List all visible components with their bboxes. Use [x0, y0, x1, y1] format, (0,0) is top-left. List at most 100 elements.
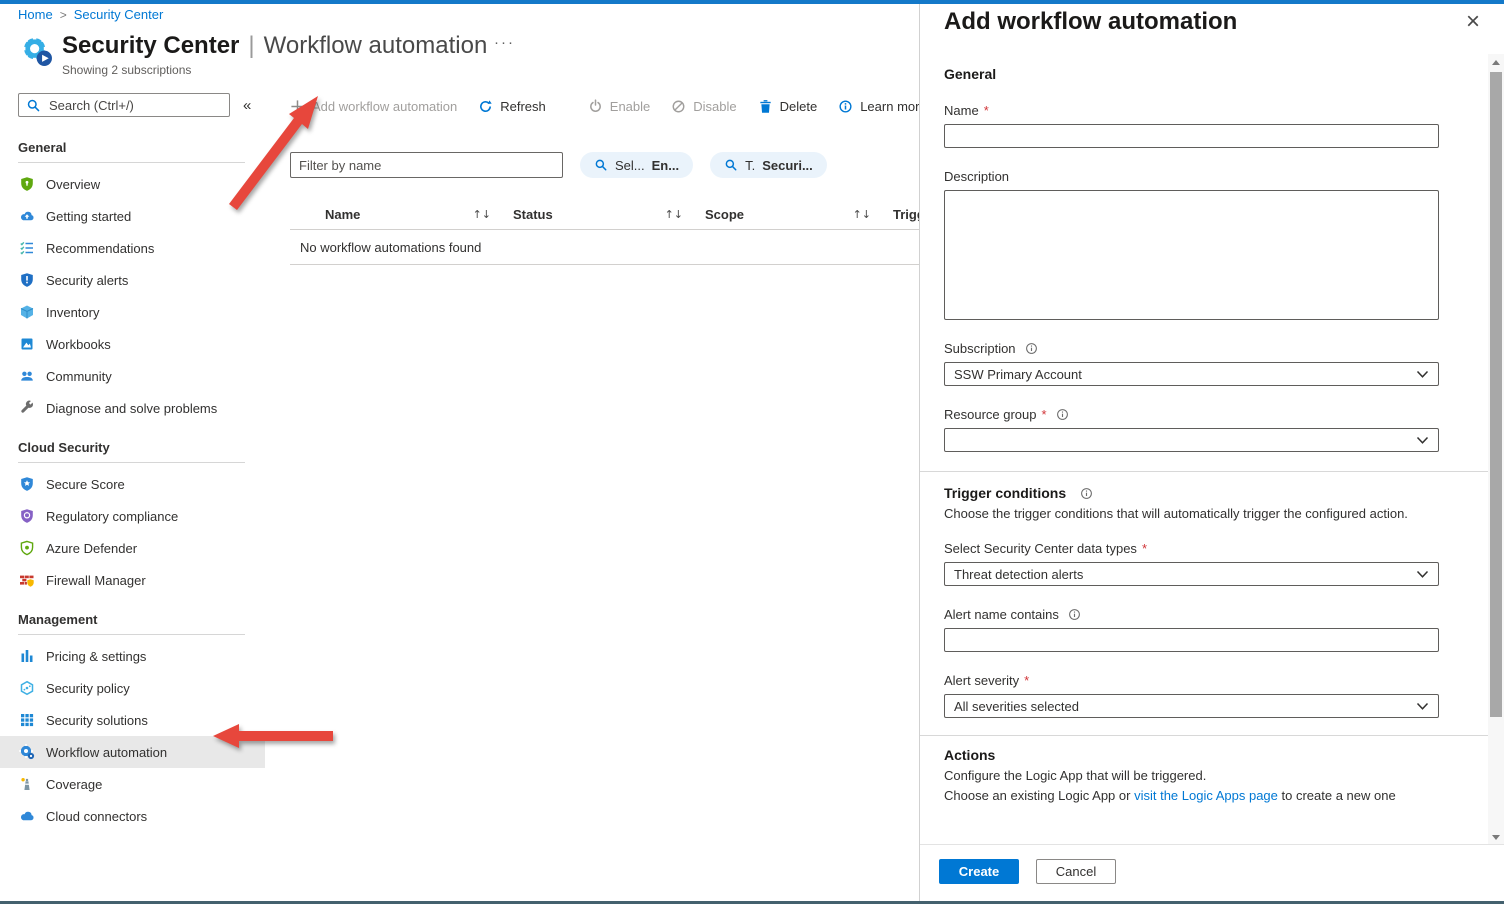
- column-header-scope[interactable]: Scope ↑↓: [705, 207, 893, 222]
- alert-severity-label: Alert severity*: [944, 673, 1442, 688]
- alert-name-contains-input[interactable]: [944, 628, 1439, 652]
- data-types-dropdown[interactable]: Threat detection alerts: [944, 562, 1439, 586]
- sidebar-item-firewall-manager[interactable]: Firewall Manager: [0, 564, 265, 596]
- sidebar-item-inventory[interactable]: Inventory: [0, 296, 265, 328]
- sidebar-item-workflow-automation[interactable]: Workflow automation: [0, 736, 265, 768]
- page-title-secondary: Workflow automation: [264, 32, 488, 60]
- description-label: Description: [944, 169, 1442, 184]
- trigger-conditions-heading: Trigger conditions: [944, 485, 1442, 501]
- sidebar-item-regulatory-compliance[interactable]: Regulatory compliance: [0, 500, 265, 532]
- sidebar-item-community[interactable]: Community: [0, 360, 265, 392]
- enable-button[interactable]: Enable: [588, 99, 650, 114]
- shield-score-icon: [18, 476, 35, 492]
- sidebar-item-label: Community: [46, 369, 112, 384]
- panel-scrollbar[interactable]: [1488, 54, 1504, 845]
- sidebar-item-coverage[interactable]: Coverage: [0, 768, 265, 800]
- subscription-dropdown[interactable]: SSW Primary Account: [944, 362, 1439, 386]
- learn-more-button[interactable]: Learn more: [838, 99, 926, 114]
- description-textarea[interactable]: [944, 190, 1439, 320]
- sidebar-item-workbooks[interactable]: Workbooks: [0, 328, 265, 360]
- info-icon: [1080, 487, 1093, 500]
- sidebar-item-label: Security solutions: [46, 713, 148, 728]
- column-header-trigger[interactable]: Trigg: [893, 207, 919, 222]
- page-more-menu-icon[interactable]: ···: [494, 34, 515, 51]
- scroll-up-icon[interactable]: [1488, 54, 1504, 70]
- bars-icon: [18, 648, 35, 664]
- create-button[interactable]: Create: [939, 859, 1019, 884]
- required-asterisk: *: [1042, 407, 1047, 422]
- table-header-row: Name ↑↓ Status ↑↓ Scope ↑↓ Trigg: [290, 199, 919, 230]
- sort-icon: ↑↓: [665, 208, 683, 221]
- actions-line1: Configure the Logic App that will be tri…: [944, 768, 1442, 783]
- sidebar-item-label: Azure Defender: [46, 541, 137, 556]
- column-header-name[interactable]: Name ↑↓: [325, 207, 513, 222]
- sidebar-item-cloud-connectors[interactable]: Cloud connectors: [0, 800, 265, 832]
- empty-table-message: No workflow automations found: [290, 230, 919, 265]
- chevron-down-icon: [1416, 702, 1429, 711]
- sidebar-item-overview[interactable]: Overview: [0, 168, 265, 200]
- sort-icon: ↑↓: [473, 208, 491, 221]
- lighthouse-icon: [18, 776, 35, 792]
- page-title-primary: Security Center: [62, 32, 239, 60]
- actions-line2: Choose an existing Logic App or visit th…: [944, 788, 1442, 803]
- sidebar-item-security-alerts[interactable]: Security alerts: [0, 264, 265, 296]
- cancel-button[interactable]: Cancel: [1036, 859, 1116, 884]
- disable-button[interactable]: Disable: [671, 99, 736, 114]
- subscriptions-count-text: Showing 2 subscriptions: [62, 63, 487, 77]
- trigger-conditions-description: Choose the trigger conditions that will …: [944, 506, 1442, 521]
- subscription-value: SSW Primary Account: [954, 367, 1082, 382]
- type-filter-pill[interactable]: T. Securi...: [710, 152, 827, 178]
- panel-body: General Name* Description Subscription S…: [920, 50, 1488, 843]
- info-icon: [1056, 408, 1069, 421]
- sidebar-item-security-policy[interactable]: Security policy: [0, 672, 265, 704]
- required-asterisk: *: [1142, 541, 1147, 556]
- sidebar-item-security-solutions[interactable]: Security solutions: [0, 704, 265, 736]
- wrench-icon: [18, 400, 35, 416]
- alert-severity-dropdown[interactable]: All severities selected: [944, 694, 1439, 718]
- command-bar: Add workflow automation Refresh Enable D…: [265, 93, 919, 119]
- breadcrumb-separator-icon: >: [60, 8, 67, 22]
- chevron-down-icon: [1416, 436, 1429, 445]
- sidebar-item-label: Inventory: [46, 305, 99, 320]
- search-input[interactable]: [47, 97, 222, 114]
- scroll-down-icon[interactable]: [1488, 829, 1504, 845]
- resource-group-dropdown[interactable]: [944, 428, 1439, 452]
- collapse-sidebar-icon[interactable]: «: [243, 97, 251, 114]
- grid-icon: [18, 712, 35, 728]
- sidebar-item-diagnose[interactable]: Diagnose and solve problems: [0, 392, 265, 424]
- add-workflow-automation-button[interactable]: Add workflow automation: [290, 99, 457, 114]
- data-types-label: Select Security Center data types*: [944, 541, 1442, 556]
- chevron-down-icon: [1416, 370, 1429, 379]
- workflow-automations-table: Name ↑↓ Status ↑↓ Scope ↑↓ Trigg No work…: [290, 199, 919, 265]
- sidebar-item-recommendations[interactable]: Recommendations: [0, 232, 265, 264]
- pill-prefix: T.: [745, 158, 755, 173]
- sidebar-item-label: Diagnose and solve problems: [46, 401, 217, 416]
- refresh-button[interactable]: Refresh: [478, 99, 546, 114]
- scrollbar-track[interactable]: [1488, 70, 1504, 829]
- logic-apps-page-link[interactable]: visit the Logic Apps page: [1134, 788, 1278, 803]
- chevron-down-icon: [1416, 570, 1429, 579]
- filter-by-name-input[interactable]: [290, 152, 563, 178]
- name-input[interactable]: [944, 124, 1439, 148]
- breadcrumb-security-center-link[interactable]: Security Center: [74, 7, 164, 22]
- sidebar-item-label: Workbooks: [46, 337, 111, 352]
- breadcrumb-home-link[interactable]: Home: [18, 7, 53, 22]
- sidebar-item-label: Security policy: [46, 681, 130, 696]
- sidebar-nav: General Overview Getting started Recomme…: [0, 131, 265, 832]
- scrollbar-thumb[interactable]: [1490, 72, 1502, 717]
- sidebar-item-pricing-settings[interactable]: Pricing & settings: [0, 640, 265, 672]
- sidebar-item-secure-score[interactable]: Secure Score: [0, 468, 265, 500]
- close-icon[interactable]: ×: [1460, 8, 1486, 36]
- sidebar-section-cloud-security: Cloud Security: [0, 431, 265, 462]
- sidebar-item-getting-started[interactable]: Getting started: [0, 200, 265, 232]
- delete-button[interactable]: Delete: [758, 99, 818, 114]
- info-icon: [1068, 608, 1081, 621]
- sidebar-item-azure-defender[interactable]: Azure Defender: [0, 532, 265, 564]
- subscription-filter-pill[interactable]: Sel... En...: [580, 152, 693, 178]
- name-label: Name*: [944, 103, 1442, 118]
- people-icon: [18, 368, 35, 384]
- subscription-label: Subscription: [944, 341, 1442, 356]
- alert-severity-value: All severities selected: [954, 699, 1079, 714]
- column-header-status[interactable]: Status ↑↓: [513, 207, 705, 222]
- required-asterisk: *: [984, 103, 989, 118]
